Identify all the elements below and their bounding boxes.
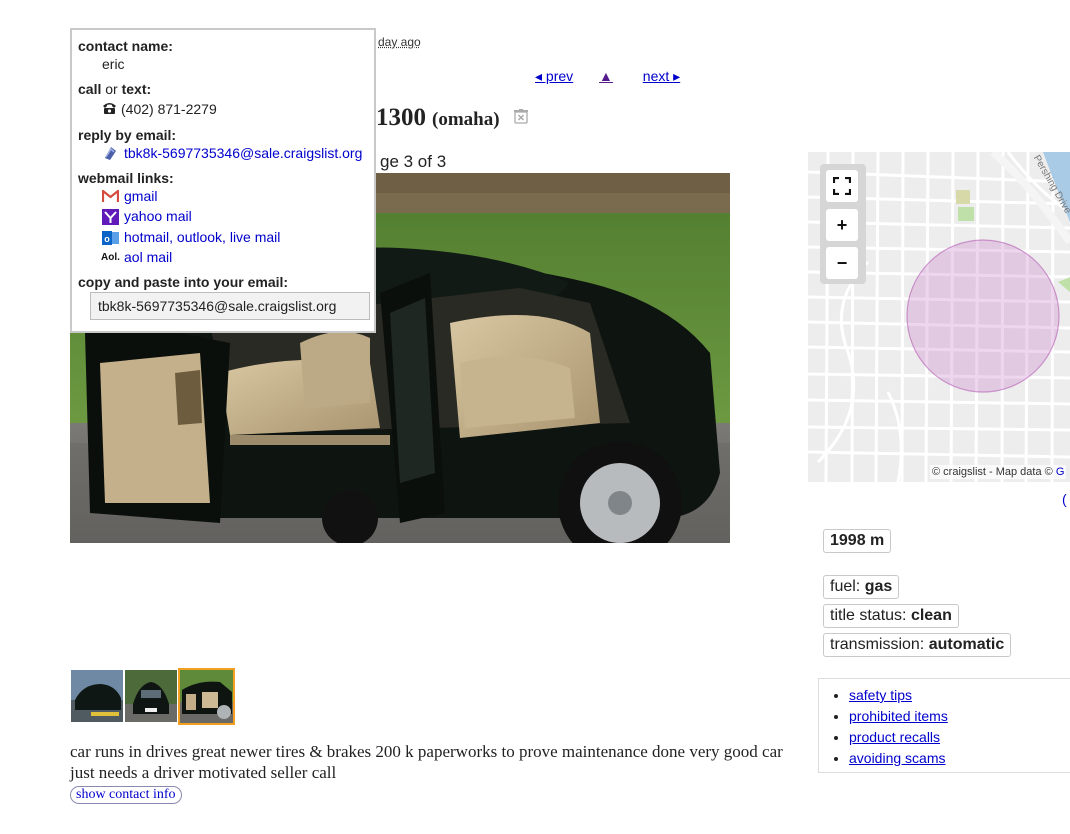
aol-mail-link[interactable]: aol mail bbox=[124, 249, 172, 265]
up-link[interactable]: ▲ bbox=[599, 68, 613, 84]
show-contact-info-button[interactable]: show contact info bbox=[70, 786, 182, 804]
outlook-icon: o bbox=[102, 230, 119, 245]
call-text-label: call or text: bbox=[78, 81, 152, 97]
next-link[interactable]: next ▸ bbox=[643, 68, 680, 84]
yahoo-mail-icon bbox=[102, 209, 119, 225]
image-counter: ge 3 of 3 bbox=[380, 152, 447, 171]
safety-links-box: safety tips prohibited items product rec… bbox=[818, 678, 1070, 773]
gmail-icon bbox=[101, 188, 120, 205]
attr-fuel: fuel: gas bbox=[823, 575, 900, 599]
copy-paste-label: copy and paste into your email: bbox=[78, 274, 289, 290]
webmail-links-label: webmail links: bbox=[78, 170, 174, 186]
zoom-out-button[interactable]: − bbox=[826, 247, 858, 279]
reply-popup: contact name: eric call or text: (402) 8… bbox=[70, 28, 376, 333]
fullscreen-button[interactable] bbox=[826, 170, 858, 202]
reply-email-label: reply by email: bbox=[78, 127, 177, 143]
posting-body: car runs in drives great newer tires & b… bbox=[70, 742, 783, 782]
thumbnail-3-selected[interactable] bbox=[178, 668, 235, 725]
prev-link[interactable]: ◂ prev bbox=[535, 68, 573, 84]
reply-email-link[interactable]: tbk8k-5697735346@sale.craigslist.org bbox=[124, 145, 362, 161]
posted-time: day ago bbox=[378, 35, 421, 49]
phone-icon bbox=[102, 101, 119, 116]
zoom-in-button[interactable]: + bbox=[826, 209, 858, 241]
thumbnail-1[interactable] bbox=[71, 670, 123, 722]
prohibited-items-link[interactable]: prohibited items bbox=[849, 708, 948, 724]
product-recalls-link[interactable]: product recalls bbox=[849, 729, 940, 745]
email-app-icon bbox=[102, 145, 119, 160]
thumbnail-2[interactable] bbox=[125, 670, 177, 722]
map-controls: + − bbox=[820, 164, 866, 284]
safety-tips-link[interactable]: safety tips bbox=[849, 687, 912, 703]
hide-posting-icon[interactable] bbox=[513, 109, 528, 124]
attr-year-make: 1998 m bbox=[823, 529, 892, 553]
posting-price: 1300 bbox=[376, 104, 426, 131]
list-item: avoiding scams bbox=[849, 748, 1070, 769]
avoiding-scams-link[interactable]: avoiding scams bbox=[849, 750, 946, 766]
attr-transmission: transmission: automatic bbox=[823, 633, 1012, 657]
map-data-link[interactable]: G bbox=[1056, 466, 1065, 478]
posting-location: (omaha) bbox=[432, 109, 500, 130]
fullscreen-icon bbox=[832, 176, 852, 196]
hotmail-link[interactable]: hotmail, outlook, live mail bbox=[124, 229, 280, 245]
post-nav: ◂ prev ▲ next ▸ bbox=[535, 68, 702, 85]
yahoo-mail-link[interactable]: yahoo mail bbox=[124, 208, 192, 224]
phone-number[interactable]: (402) 871-2279 bbox=[121, 101, 217, 117]
list-item: prohibited items bbox=[849, 706, 1070, 727]
gmail-link[interactable]: gmail bbox=[124, 188, 157, 204]
svg-text:o: o bbox=[104, 234, 110, 244]
map-link-fragment[interactable]: ( bbox=[1062, 491, 1067, 507]
aol-icon: Aol. bbox=[101, 252, 120, 263]
copy-email-field[interactable]: tbk8k-5697735346@sale.craigslist.org bbox=[90, 292, 370, 320]
contact-name: eric bbox=[102, 56, 125, 72]
posting-title: 1300 (omaha) bbox=[376, 104, 528, 132]
contact-name-label: contact name: bbox=[78, 38, 173, 54]
map-attribution: © craigslist - Map data © G bbox=[930, 465, 1067, 479]
list-item: product recalls bbox=[849, 727, 1070, 748]
attr-title-status: title status: clean bbox=[823, 604, 959, 628]
list-item: safety tips bbox=[849, 685, 1070, 706]
